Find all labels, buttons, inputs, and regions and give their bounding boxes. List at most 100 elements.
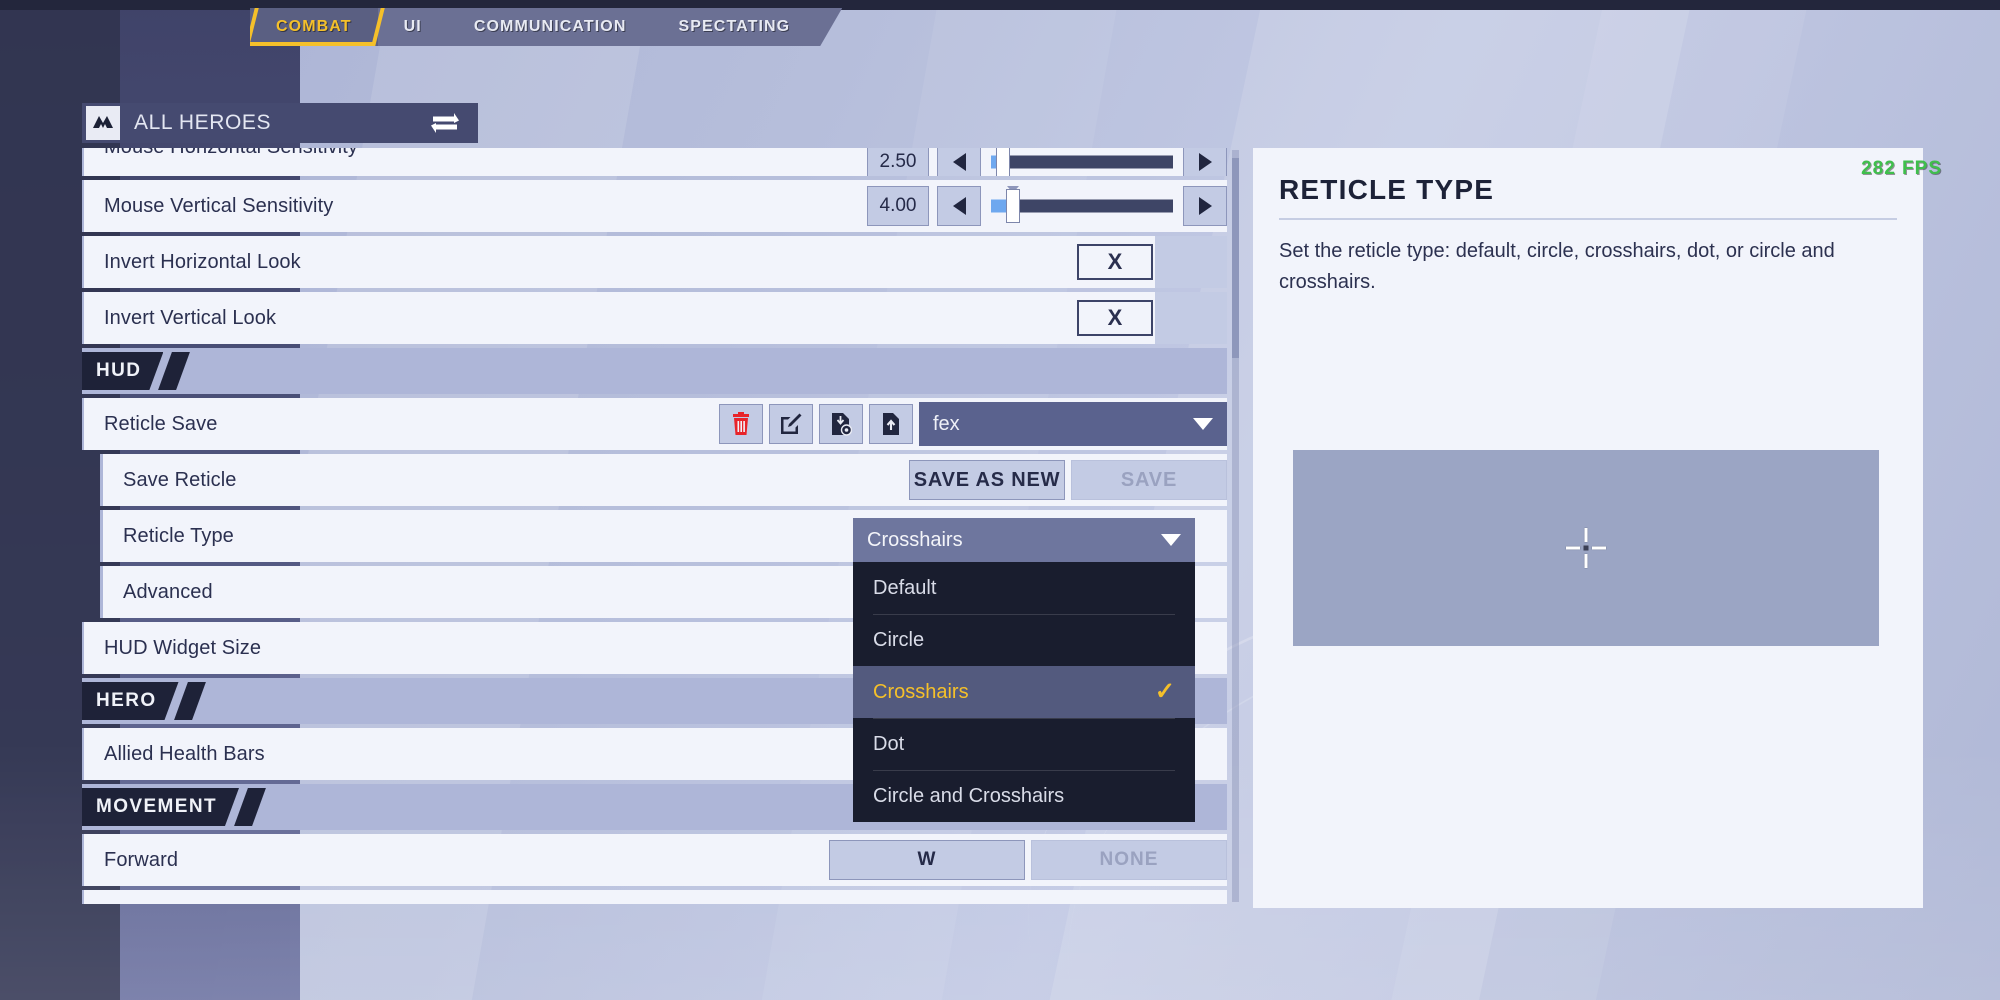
row-controls: X [1077, 236, 1227, 288]
reticle-type-option-circle-and-crosshairs[interactable]: Circle and Crosshairs [853, 770, 1195, 822]
section-slash [234, 788, 266, 826]
info-panel-description: Set the reticle type: default, circle, c… [1279, 240, 1835, 293]
mouse-vertical-decrement-button[interactable] [937, 186, 981, 226]
tab-spectating-label: SPECTATING [678, 18, 791, 35]
slider-thumb[interactable] [1006, 189, 1020, 223]
reticle-type-option-circle[interactable]: Circle [853, 614, 1195, 666]
export-file-icon[interactable] [869, 404, 913, 444]
row-label: Invert Horizontal Look [104, 250, 301, 273]
mouse-vertical-increment-button[interactable] [1183, 186, 1227, 226]
row-next-partial [82, 890, 1227, 904]
mouse-horizontal-decrement-button[interactable] [937, 148, 981, 176]
section-slash [173, 682, 206, 720]
chevron-down-icon [1161, 534, 1181, 546]
tab-spectating[interactable]: SPECTATING [652, 8, 816, 46]
row-reticle-save[interactable]: Reticle Save fex [82, 398, 1227, 450]
option-label: Default [873, 576, 937, 599]
row-invert-vertical-look[interactable]: Invert Vertical Look X [82, 292, 1227, 344]
swap-arrows-icon[interactable] [430, 110, 460, 136]
row-controls: X [1077, 292, 1227, 344]
option-label: Circle and Crosshairs [873, 784, 1065, 807]
tab-combat[interactable]: COMBAT [250, 8, 378, 46]
row-label: Mouse Horizontal Sensitivity [84, 148, 358, 159]
reticle-type-dropdown-trigger[interactable]: Crosshairs [853, 518, 1195, 562]
tab-communication[interactable]: COMMUNICATION [448, 8, 653, 46]
info-panel-title: RETICLE TYPE [1279, 174, 1495, 205]
section-tag: HUD [82, 352, 163, 390]
slider-thumb[interactable] [996, 148, 1010, 176]
mouse-horizontal-slider[interactable] [991, 148, 1173, 176]
mouse-vertical-value[interactable]: 4.00 [867, 186, 929, 226]
row-label: Advanced [123, 580, 213, 603]
info-panel-divider [1279, 218, 1897, 220]
section-slash [158, 352, 191, 390]
tab-ui-label: UI [403, 18, 422, 35]
row-mouse-vertical-sensitivity[interactable]: Mouse Vertical Sensitivity 4.00 [82, 180, 1227, 232]
reticle-type-option-default[interactable]: Default [853, 562, 1195, 614]
preset-name: fex [933, 412, 960, 435]
reticle-save-preset-dropdown[interactable]: fex [919, 402, 1227, 446]
section-tag: HERO [82, 682, 179, 720]
fps-counter: 282 FPS [1861, 158, 1942, 179]
checkbox-pad [1155, 292, 1227, 344]
section-title: HERO [96, 690, 157, 711]
row-controls: fex [719, 398, 1227, 450]
row-save-reticle[interactable]: Save Reticle SAVE AS NEW SAVE [100, 454, 1227, 506]
tab-combat-label: COMBAT [276, 18, 352, 35]
reticle-type-selected-value: Crosshairs [867, 528, 963, 551]
hero-selector[interactable]: ALL HEROES [82, 103, 478, 143]
section-tag: MOVEMENT [82, 788, 239, 826]
settings-scrollbar[interactable] [1232, 150, 1239, 902]
edit-pencil-icon[interactable] [769, 404, 813, 444]
section-title: HUD [96, 360, 142, 381]
tab-ui[interactable]: UI [378, 8, 448, 46]
reticle-preview [1293, 450, 1879, 646]
row-label: Forward [104, 848, 179, 871]
row-controls: W NONE [823, 834, 1227, 886]
forward-primary-keybind[interactable]: W [829, 840, 1025, 880]
settings-tabbar: COMBAT UI COMMUNICATION SPECTATING [250, 8, 842, 46]
import-file-icon[interactable] [819, 404, 863, 444]
save-button[interactable]: SAVE [1071, 460, 1227, 500]
row-label: HUD Widget Size [104, 636, 262, 659]
checkbox-mark: X [1107, 305, 1123, 330]
row-invert-horizontal-look[interactable]: Invert Horizontal Look X [82, 236, 1227, 288]
mouse-horizontal-value[interactable]: 2.50 [867, 148, 929, 176]
row-label: Reticle Type [123, 524, 234, 547]
settings-screen: COMBAT UI COMMUNICATION SPECTATING ALL H… [0, 0, 2000, 1000]
row-controls: 2.50 [867, 148, 1227, 176]
row-forward[interactable]: Forward W NONE [82, 834, 1227, 886]
section-title: MOVEMENT [96, 796, 217, 817]
row-mouse-horizontal-sensitivity[interactable]: Mouse Horizontal Sensitivity 2.50 [82, 148, 1227, 176]
reticle-type-option-dot[interactable]: Dot [853, 718, 1195, 770]
option-label: Circle [873, 628, 925, 651]
mouse-vertical-slider[interactable] [991, 186, 1173, 226]
row-controls: SAVE AS NEW SAVE [903, 454, 1227, 506]
tab-communication-label: COMMUNICATION [473, 18, 627, 35]
reticle-type-option-list: Default Circle Crosshairs ✓ Dot Circle a… [853, 562, 1195, 822]
row-label: Reticle Save [104, 412, 218, 435]
invert-horizontal-checkbox[interactable]: X [1077, 244, 1153, 280]
scrollbar-thumb[interactable] [1232, 158, 1239, 358]
option-label: Crosshairs [873, 680, 969, 703]
chevron-down-icon [1193, 418, 1213, 430]
mouse-horizontal-increment-button[interactable] [1183, 148, 1227, 176]
checkbox-mark: X [1107, 249, 1123, 274]
row-label: Invert Vertical Look [104, 306, 277, 329]
check-icon: ✓ [1154, 678, 1175, 705]
option-label: Dot [873, 732, 905, 755]
forward-secondary-keybind[interactable]: NONE [1031, 840, 1227, 880]
reticle-type-option-crosshairs[interactable]: Crosshairs ✓ [853, 666, 1195, 718]
checkbox-pad [1155, 236, 1227, 288]
reticle-type-dropdown-open: Crosshairs Default Circle Crosshairs ✓ D… [853, 518, 1195, 822]
row-label: Mouse Vertical Sensitivity [104, 194, 334, 217]
row-controls: 4.00 [867, 180, 1227, 232]
save-as-new-button[interactable]: SAVE AS NEW [909, 460, 1065, 500]
hero-selector-label: ALL HEROES [134, 111, 272, 134]
hero-glyph-icon [86, 106, 120, 140]
invert-vertical-checkbox[interactable]: X [1077, 300, 1153, 336]
section-header-hud: HUD [82, 348, 1227, 394]
slider-track [991, 155, 1173, 169]
row-label: Save Reticle [123, 468, 237, 491]
delete-trash-icon[interactable] [719, 404, 763, 444]
